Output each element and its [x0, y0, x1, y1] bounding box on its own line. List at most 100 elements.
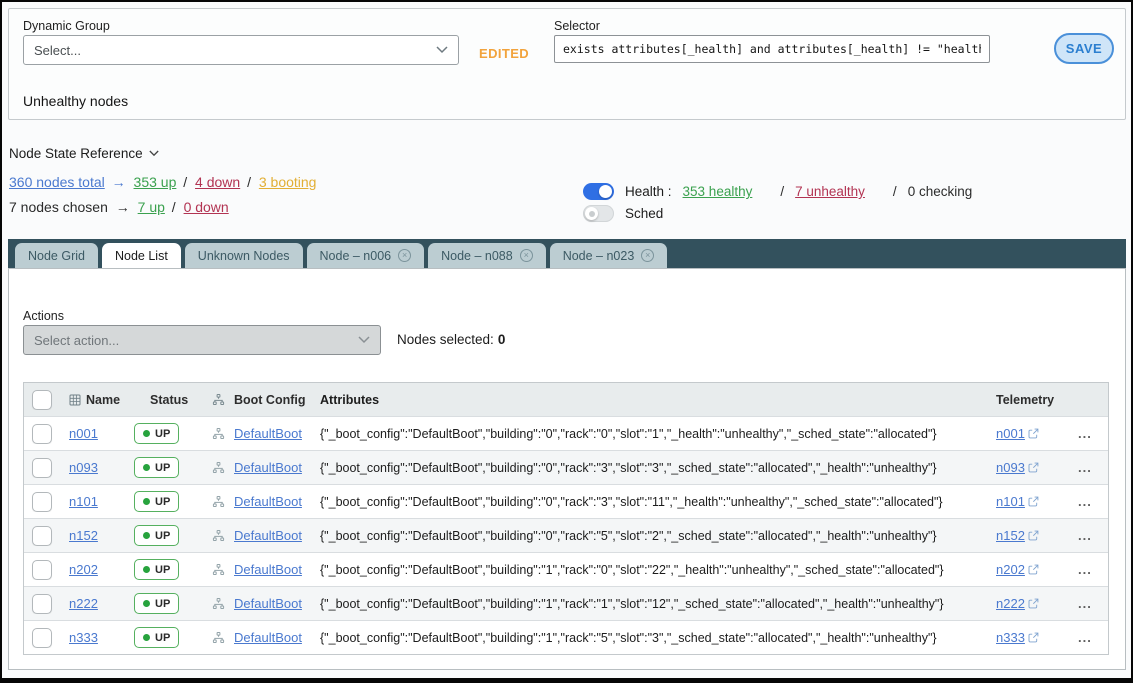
telemetry-link[interactable]: n093 [996, 460, 1025, 475]
telemetry-link[interactable]: n152 [996, 528, 1025, 543]
row-menu-button[interactable]: ... [1072, 426, 1108, 441]
status-label: UP [155, 564, 170, 576]
node-name-link[interactable]: n202 [69, 562, 98, 577]
tab-label: Node – n006 [320, 249, 392, 263]
telemetry-link[interactable]: n001 [996, 426, 1025, 441]
hierarchy-icon [212, 530, 229, 541]
node-name-link[interactable]: n001 [69, 426, 98, 441]
chevron-down-icon [149, 150, 159, 157]
tab-close-icon[interactable]: × [520, 249, 533, 262]
table-row: n152 UP DefaultBoot {"_boot_config":"Def… [24, 518, 1108, 552]
actions-label: Actions [23, 309, 64, 323]
telemetry-header: Telemetry [996, 393, 1072, 407]
hierarchy-icon [212, 496, 229, 507]
nodes-up-link[interactable]: 353 up [134, 174, 180, 190]
tab-unknown-nodes[interactable]: Unknown Nodes [185, 243, 303, 268]
node-state-reference-label: Node State Reference [9, 146, 143, 161]
chosen-down-link[interactable]: 0 down [184, 199, 232, 215]
row-checkbox[interactable] [32, 628, 52, 648]
row-menu-button[interactable]: ... [1072, 460, 1108, 475]
node-name-link[interactable]: n152 [69, 528, 98, 543]
attributes-text: {"_boot_config":"DefaultBoot","building"… [318, 631, 996, 645]
attributes-text: {"_boot_config":"DefaultBoot","building"… [318, 563, 996, 577]
grid-icon [69, 394, 81, 406]
external-link-icon [1028, 462, 1039, 473]
tab-close-icon[interactable]: × [398, 249, 411, 262]
nodes-chosen-line: 7 nodes chosen → 7 up / 0 down [9, 199, 232, 215]
row-checkbox[interactable] [32, 560, 52, 580]
table-row: n101 UP DefaultBoot {"_boot_config":"Def… [24, 484, 1108, 518]
row-checkbox[interactable] [32, 458, 52, 478]
nodes-total-link[interactable]: 360 nodes total [9, 174, 108, 190]
tab-node-list[interactable]: Node List [102, 243, 181, 268]
save-button[interactable]: SAVE [1054, 33, 1114, 64]
node-name-link[interactable]: n222 [69, 596, 98, 611]
selector-label: Selector [554, 19, 600, 33]
tab-close-icon[interactable]: × [641, 249, 654, 262]
boot-config-link[interactable]: DefaultBoot [234, 596, 302, 611]
row-checkbox[interactable] [32, 492, 52, 512]
tab-node-n023[interactable]: Node – n023 × [550, 243, 668, 268]
unhealthy-link[interactable]: 7 unhealthy [795, 184, 868, 199]
telemetry-link[interactable]: n202 [996, 562, 1025, 577]
boot-config-link[interactable]: DefaultBoot [234, 494, 302, 509]
healthy-link[interactable]: 353 healthy [683, 184, 756, 199]
boot-config-link[interactable]: DefaultBoot [234, 460, 302, 475]
nodes-selected-count: 0 [498, 332, 506, 347]
tab-label: Node – n023 [563, 249, 635, 263]
nodes-booting-link[interactable]: 3 booting [259, 174, 320, 190]
telemetry-link[interactable]: n101 [996, 494, 1025, 509]
chosen-up-link[interactable]: 7 up [138, 199, 168, 215]
tab-node-n088[interactable]: Node – n088 × [428, 243, 546, 268]
row-menu-button[interactable]: ... [1072, 562, 1108, 577]
dynamic-group-select[interactable]: Select... [23, 35, 459, 65]
boot-config-link[interactable]: DefaultBoot [234, 630, 302, 645]
row-checkbox[interactable] [32, 526, 52, 546]
name-header[interactable]: Name [86, 393, 120, 407]
tab-label: Node – n088 [441, 249, 513, 263]
boot-config-header[interactable]: Boot Config [234, 393, 306, 407]
status-dot-icon [143, 600, 150, 607]
boot-config-link[interactable]: DefaultBoot [234, 528, 302, 543]
tab-node-n006[interactable]: Node – n006 × [307, 243, 425, 268]
health-toggle[interactable] [583, 183, 614, 200]
telemetry-link[interactable]: n222 [996, 596, 1025, 611]
selector-input[interactable] [554, 35, 990, 63]
row-menu-button[interactable]: ... [1072, 494, 1108, 509]
node-state-reference-toggle[interactable]: Node State Reference [9, 146, 159, 161]
separator: / [172, 199, 176, 215]
table-row: n093 UP DefaultBoot {"_boot_config":"Def… [24, 450, 1108, 484]
row-menu-button[interactable]: ... [1072, 630, 1108, 645]
node-name-link[interactable]: n101 [69, 494, 98, 509]
nodes-down-link[interactable]: 4 down [195, 174, 243, 190]
hierarchy-icon [212, 462, 229, 473]
sched-toggle[interactable] [583, 205, 614, 222]
external-link-icon [1028, 530, 1039, 541]
row-checkbox[interactable] [32, 424, 52, 444]
node-name-link[interactable]: n093 [69, 460, 98, 475]
separator: / [893, 184, 897, 199]
tab-label: Node List [115, 249, 168, 263]
status-label: UP [155, 632, 170, 644]
status-dot-icon [143, 430, 150, 437]
hierarchy-icon [212, 598, 229, 609]
row-menu-button[interactable]: ... [1072, 528, 1108, 543]
hierarchy-icon [212, 632, 229, 643]
tab-label: Unknown Nodes [198, 249, 290, 263]
arrow-icon: → [116, 199, 130, 215]
telemetry-link[interactable]: n333 [996, 630, 1025, 645]
health-toggle-row: Health : 353 healthy / 7 unhealthy / 0 c… [583, 183, 972, 200]
action-select[interactable]: Select action... [23, 325, 381, 355]
sched-label: Sched [625, 206, 663, 221]
status-label: UP [155, 530, 170, 542]
status-header[interactable]: Status [134, 393, 188, 407]
table-body: n001 UP DefaultBoot {"_boot_config":"Def… [24, 416, 1108, 654]
row-checkbox[interactable] [32, 594, 52, 614]
row-menu-button[interactable]: ... [1072, 596, 1108, 611]
node-name-link[interactable]: n333 [69, 630, 98, 645]
tab-node-grid[interactable]: Node Grid [15, 243, 98, 268]
select-all-checkbox[interactable] [32, 390, 52, 410]
boot-config-link[interactable]: DefaultBoot [234, 426, 302, 441]
status-badge: UP [134, 457, 179, 478]
boot-config-link[interactable]: DefaultBoot [234, 562, 302, 577]
